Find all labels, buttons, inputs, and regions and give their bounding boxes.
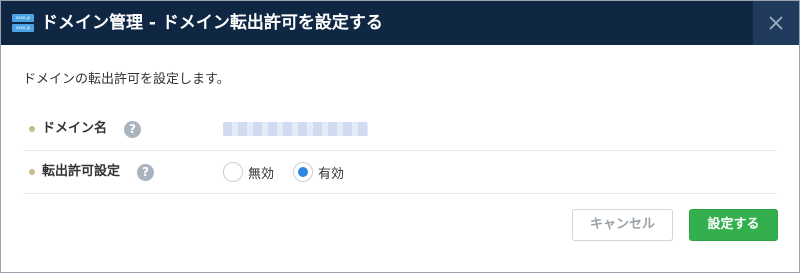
close-icon — [769, 16, 783, 30]
transfer-setting-label: 転出許可設定 — [42, 164, 121, 179]
logo-icon: xxxx.jp xxxx.jp — [12, 14, 34, 32]
radio-disabled-option[interactable]: 無効 — [223, 162, 274, 182]
domain-name-label: ドメイン名 — [42, 121, 108, 136]
bullet-icon — [29, 169, 35, 175]
logo-text-top: xxxx.jp — [12, 14, 34, 22]
help-icon[interactable]: ? — [124, 121, 141, 138]
radio-circle[interactable] — [223, 162, 243, 182]
close-button[interactable] — [753, 1, 799, 45]
domain-name-row: ドメイン名 ? — [23, 107, 777, 151]
title-bar: xxxx.jp xxxx.jp ドメイン管理 - ドメイン転出許可を設定する — [1, 1, 799, 45]
cancel-button[interactable]: キャンセル — [572, 209, 673, 241]
logo-text-bottom: xxxx.jp — [12, 24, 34, 32]
domain-name-value-blurred — [223, 122, 368, 136]
description: ドメインの転出許可を設定します。 — [23, 72, 230, 87]
radio-dot — [298, 167, 308, 177]
transfer-setting-row: 転出許可設定 ? 無効 有効 — [23, 150, 777, 194]
radio-enabled-label: 有効 — [318, 166, 345, 182]
radio-enabled-option[interactable]: 有効 — [293, 162, 344, 182]
dialog: xxxx.jp xxxx.jp ドメイン管理 - ドメイン転出許可を設定する ド… — [0, 0, 800, 273]
bullet-icon — [29, 126, 35, 132]
help-icon[interactable]: ? — [137, 164, 154, 181]
radio-circle-selected[interactable] — [293, 162, 313, 182]
submit-button[interactable]: 設定する — [689, 209, 778, 241]
radio-disabled-label: 無効 — [248, 166, 275, 182]
dialog-title: ドメイン管理 - ドメイン転出許可を設定する — [41, 13, 383, 33]
